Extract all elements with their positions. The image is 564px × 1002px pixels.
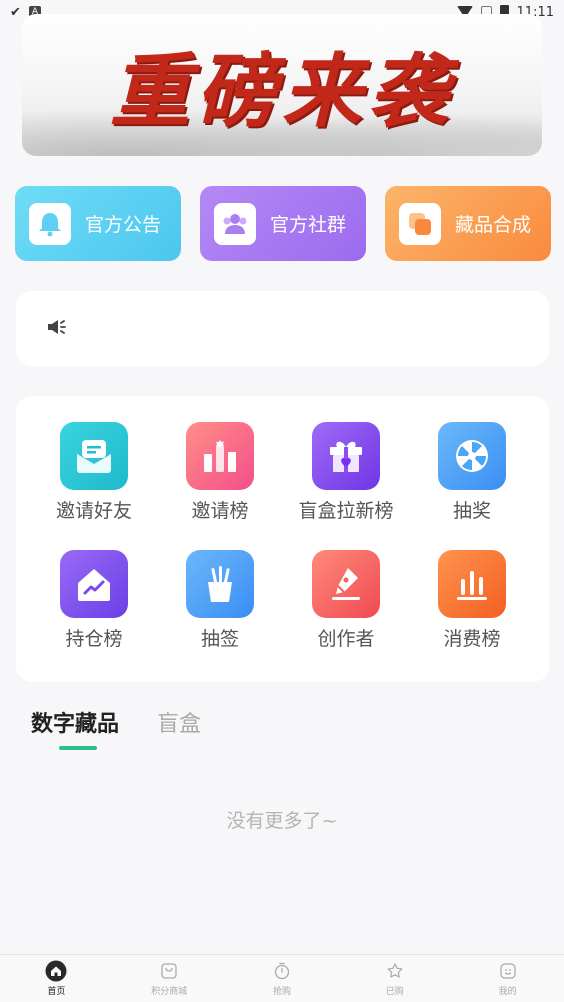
stack-icon	[399, 202, 441, 245]
tab-indicator	[59, 746, 97, 750]
creator-item[interactable]: 创作者	[283, 550, 409, 651]
creator-label: 创作者	[317, 628, 375, 650]
sticks-icon	[186, 550, 254, 618]
blindbox-rank-label: 盲盒拉新榜	[298, 500, 394, 522]
promo-banner[interactable]: 重磅来袭	[22, 14, 542, 156]
holding-rank-label: 持仓榜	[65, 628, 123, 650]
group-icon	[214, 202, 256, 245]
star-icon	[384, 960, 406, 982]
speaker-icon	[46, 317, 68, 341]
bottom-nav: 首页 积分商城 抢购 已购 我的	[0, 954, 564, 1002]
feature-grid: 邀请好友 邀请榜 盲盒拉新榜 抽奖 持仓榜 抽签 创作者 消费榜	[16, 396, 549, 682]
blindbox-rank-item[interactable]: 盲盒拉新榜	[283, 422, 409, 523]
nav-points-mall-label: 积分商城	[151, 987, 188, 997]
community-button[interactable]: 官方社群	[200, 186, 366, 261]
nav-points-mall[interactable]: 积分商城	[113, 955, 226, 1002]
spending-rank-label: 消费榜	[443, 628, 501, 650]
gift-icon	[312, 422, 380, 490]
smile-icon	[497, 960, 519, 982]
home-icon	[45, 960, 67, 982]
nav-purchased[interactable]: 已购	[338, 955, 451, 1002]
notice-bar[interactable]	[16, 291, 549, 366]
draw-lots-item[interactable]: 抽签	[157, 550, 283, 651]
nav-mine-label: 我的	[498, 987, 517, 997]
empty-list-text: 没有更多了~	[226, 810, 338, 832]
bar-chart-icon	[186, 422, 254, 490]
lottery-item[interactable]: 抽奖	[409, 422, 535, 523]
nav-mine[interactable]: 我的	[451, 955, 564, 1002]
announcement-button[interactable]: 官方公告	[15, 186, 181, 261]
wheel-icon	[438, 422, 506, 490]
bell-icon	[29, 202, 71, 245]
house-chart-icon	[60, 550, 128, 618]
pen-icon	[312, 550, 380, 618]
column-chart-icon	[438, 550, 506, 618]
holding-rank-item[interactable]: 持仓榜	[31, 550, 157, 651]
invite-rank-label: 邀请榜	[191, 500, 249, 522]
synthesis-label: 藏品合成	[455, 214, 532, 236]
banner-title: 重磅来袭	[110, 45, 454, 138]
spending-rank-item[interactable]: 消费榜	[409, 550, 535, 651]
community-label: 官方社群	[270, 214, 347, 236]
nav-rush-buy[interactable]: 抢购	[226, 955, 339, 1002]
announcement-label: 官方公告	[85, 214, 162, 236]
invite-friends-label: 邀请好友	[55, 500, 132, 522]
envelope-icon	[60, 422, 128, 490]
lottery-label: 抽奖	[452, 500, 491, 522]
synthesis-button[interactable]: 藏品合成	[385, 186, 551, 261]
nav-rush-buy-label: 抢购	[272, 987, 291, 997]
tab-blind-box[interactable]: 盲盒	[157, 706, 201, 738]
nav-home-label: 首页	[47, 987, 66, 997]
shop-icon	[158, 960, 180, 982]
invite-rank-item[interactable]: 邀请榜	[157, 422, 283, 523]
nav-purchased-label: 已购	[385, 987, 404, 997]
check-icon: ✔	[10, 4, 21, 20]
draw-lots-label: 抽签	[200, 628, 239, 650]
nav-home[interactable]: 首页	[0, 955, 113, 1002]
tab-digital-collectibles[interactable]: 数字藏品	[31, 706, 119, 738]
timer-icon	[271, 960, 293, 982]
invite-friends-item[interactable]: 邀请好友	[31, 422, 157, 523]
